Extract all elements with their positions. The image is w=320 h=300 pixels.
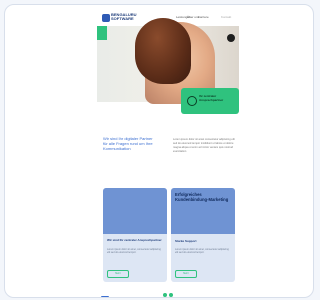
side-tab[interactable] (97, 26, 107, 40)
intro-title: Wir sind Ihr digitaler Partner für alle … (103, 136, 153, 151)
card-body: Lorem ipsum dolor sit amet, consectetur … (107, 248, 161, 255)
service-card-2[interactable]: Erfolgreiches Kundenbindung-Marketing St… (171, 188, 235, 282)
card-headline: Erfolgreiches Kundenbindung-Marketing (175, 192, 229, 202)
microphone-icon[interactable] (227, 34, 235, 42)
carousel-dot[interactable] (169, 293, 173, 297)
footer-icon[interactable] (101, 296, 109, 297)
mobile-page: BENGALURU SOFTWARE Leistungen Über uns K… (97, 10, 239, 297)
cta-label: Ihr zentraler Ansprechpartner (199, 94, 224, 102)
card-body: Lorem ipsum dolor sit amet, consectetur … (175, 248, 229, 255)
service-card-1[interactable]: Wir sind Ihr zentraler Ansprechpartner L… (103, 188, 167, 282)
carousel-dot[interactable] (163, 293, 167, 297)
card-image (103, 188, 167, 234)
logo-text[interactable]: BENGALURU SOFTWARE (111, 13, 137, 21)
nav-item-kontakt[interactable]: Kontakt (221, 15, 231, 19)
card-title: Wir sind Ihr zentraler Ansprechpartner (107, 238, 162, 242)
intro-text: Lorem ipsum dolor sit amet consectetur a… (173, 138, 235, 153)
hero-person-hair (135, 18, 191, 84)
card-more-button[interactable]: Mehr (175, 270, 197, 278)
nav-item-karriere[interactable]: Karriere (198, 15, 209, 19)
contact-cta-button[interactable]: Ihr zentraler Ansprechpartner (181, 88, 239, 114)
card-more-button[interactable]: Mehr (107, 270, 129, 278)
logo-icon[interactable] (102, 14, 110, 22)
card-title: Starke Support (175, 239, 197, 243)
chat-icon (187, 96, 197, 106)
carousel-dots[interactable] (163, 284, 175, 297)
screenshot-frame: BENGALURU SOFTWARE Leistungen Über uns K… (4, 4, 314, 298)
